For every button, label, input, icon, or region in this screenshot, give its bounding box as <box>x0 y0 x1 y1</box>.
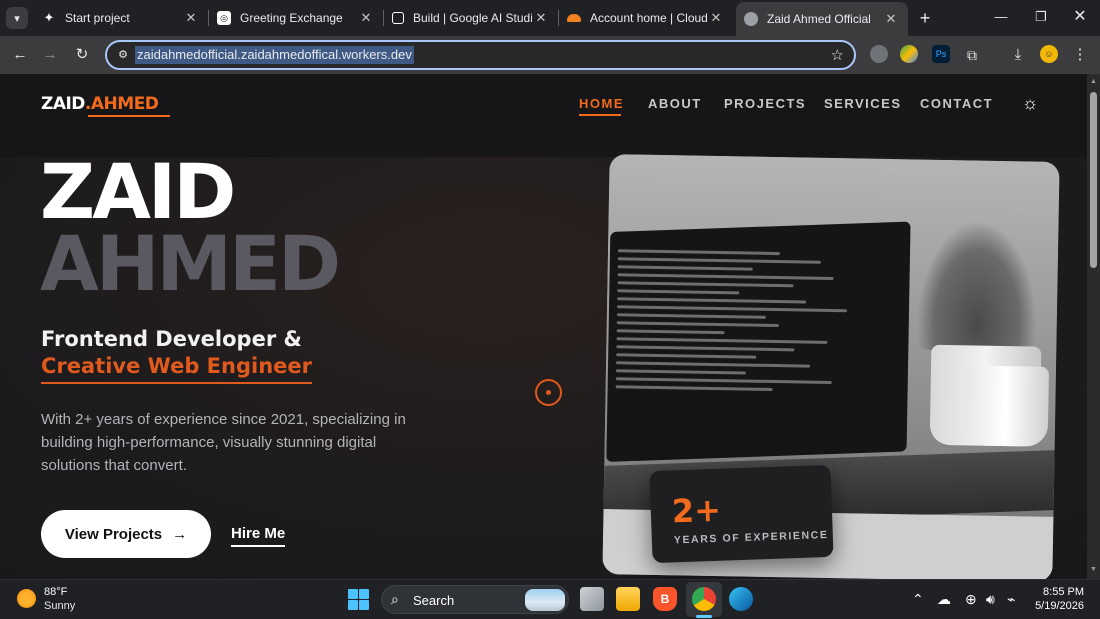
task-view-icon[interactable] <box>580 587 604 611</box>
chevron-up-icon[interactable]: ⌃ <box>912 591 924 608</box>
download-icon[interactable]: ⤓ <box>1007 44 1029 66</box>
chrome-icon[interactable] <box>692 587 716 611</box>
tab-title: Build | Google AI Studio <box>413 11 532 25</box>
tab-search-button[interactable]: ▾ <box>6 7 28 29</box>
tab-title: Zaid Ahmed Official <box>767 12 871 26</box>
close-icon[interactable]: ✕ <box>707 10 725 26</box>
tab-zaid-ahmed-official[interactable]: Zaid Ahmed Official ✕ <box>736 2 908 36</box>
custom-cursor-dot <box>546 390 551 395</box>
nav-home[interactable]: HOME <box>579 96 624 111</box>
back-icon[interactable]: ← <box>9 44 31 66</box>
logo-first: ZAID <box>41 94 85 114</box>
tab-title: Greeting Exchange <box>240 11 343 25</box>
language-globe-icon[interactable]: ⊕ <box>965 591 977 608</box>
brave-browser-icon[interactable]: B <box>653 587 677 611</box>
active-app-indicator <box>696 615 712 618</box>
close-icon[interactable]: ✕ <box>882 11 900 27</box>
start-project-icon: ✦ <box>43 10 55 25</box>
nav-contact[interactable]: CONTACT <box>920 96 993 111</box>
theme-toggle-sun-icon[interactable]: ☼ <box>1020 93 1040 113</box>
tab-title: Account home | Cloudfla <box>590 11 707 25</box>
globe-icon <box>744 12 758 26</box>
address-bar[interactable]: ⚙ zaidahmedofficial.zaidahmedoffical.wor… <box>105 40 856 70</box>
tab-ai-studio[interactable]: Build | Google AI Studio ✕ <box>384 4 558 32</box>
scrollbar-thumb[interactable] <box>1090 92 1097 268</box>
windows-taskbar: 88°F Sunny ⌕ Search B ⌃ ☁ ⊕ 🔊︎ ⌁ 8:55 PM… <box>0 579 1100 619</box>
photoshop-extension-icon[interactable]: Ps <box>932 45 950 63</box>
taskbar-date[interactable]: 5/19/2026 <box>1030 600 1084 612</box>
page-viewport: ZAID.AHMED HOME ABOUT PROJECTS SERVICES … <box>0 74 1087 579</box>
close-window-icon[interactable]: ✕ <box>1069 6 1091 28</box>
onedrive-cloud-icon[interactable]: ☁ <box>937 591 951 608</box>
hire-me-link[interactable]: Hire Me <box>231 525 286 547</box>
minimize-icon[interactable]: — <box>990 6 1012 28</box>
url-text[interactable]: zaidahmedofficial.zaidahmedoffical.worke… <box>135 46 414 64</box>
experience-label: YEARS OF EXPERIENCE <box>673 528 829 547</box>
reload-icon[interactable]: ↻ <box>71 44 93 66</box>
browser-toolbar: ← → ↻ ⚙ zaidahmedofficial.zaidahmedoffic… <box>0 36 1100 74</box>
nav-about[interactable]: ABOUT <box>648 96 702 111</box>
weather-condition[interactable]: Sunny <box>44 600 75 612</box>
nav-active-underline <box>579 114 621 116</box>
tab-greeting-exchange[interactable]: ◎ Greeting Exchange ✕ <box>209 4 383 32</box>
scroll-up-icon[interactable]: ▲ <box>1090 78 1097 85</box>
hero-description: With 2+ years of experience since 2021, … <box>41 411 406 474</box>
restore-icon[interactable]: ❐ <box>1030 6 1052 28</box>
menu-kebab-icon[interactable]: ⋮ <box>1069 44 1091 66</box>
search-highlight-image <box>525 589 565 611</box>
tab-start-project[interactable]: ✦ Start project ✕ <box>34 4 208 32</box>
close-icon[interactable]: ✕ <box>182 10 200 26</box>
tab-cloudflare[interactable]: Account home | Cloudfla ✕ <box>559 4 733 32</box>
battery-icon[interactable]: ⌁ <box>1007 591 1015 608</box>
site-navbar: ZAID.AHMED HOME ABOUT PROJECTS SERVICES … <box>0 74 1087 157</box>
experience-card: 2+ YEARS OF EXPERIENCE <box>649 464 834 564</box>
logo-last: AHMED <box>90 94 159 114</box>
new-tab-button[interactable]: + <box>914 7 936 29</box>
extensions-puzzle-icon[interactable]: ⧉ <box>961 44 983 66</box>
volume-icon[interactable]: 🔊︎ <box>986 591 995 608</box>
site-info-icon[interactable]: ⚙ <box>115 47 131 63</box>
sun-weather-icon[interactable] <box>17 589 36 608</box>
view-projects-label: View Projects <box>64 525 163 543</box>
globe-extension-icon[interactable] <box>870 45 888 63</box>
nav-services[interactable]: SERVICES <box>824 96 902 111</box>
profile-avatar-icon[interactable]: ☺ <box>1040 45 1058 63</box>
logo-underline <box>88 115 170 117</box>
chatgpt-icon: ◎ <box>217 11 231 25</box>
edge-icon[interactable] <box>729 587 753 611</box>
cloudflare-icon <box>567 14 581 22</box>
nav-projects[interactable]: PROJECTS <box>724 96 806 111</box>
experience-value: 2+ <box>671 490 722 531</box>
scroll-down-icon[interactable]: ▼ <box>1090 566 1097 573</box>
forward-icon[interactable]: → <box>39 44 61 66</box>
windows-start-icon[interactable] <box>348 589 369 610</box>
browser-tab-strip: ▾ ✦ Start project ✕ ◎ Greeting Exchange … <box>0 0 1100 36</box>
search-label: Search <box>413 593 455 608</box>
search-icon: ⌕ <box>391 591 399 607</box>
close-icon[interactable]: ✕ <box>532 10 550 26</box>
tab-title: Start project <box>65 11 130 25</box>
ai-studio-icon <box>392 12 404 24</box>
close-icon[interactable]: ✕ <box>357 10 375 26</box>
arrow-right-icon: → <box>172 525 188 543</box>
taskbar-time[interactable]: 8:55 PM <box>1030 586 1084 598</box>
hero-name-last: AHMED <box>40 219 341 308</box>
hero-role-line1: Frontend Developer & <box>41 327 302 351</box>
view-projects-button[interactable]: View Projects → <box>41 510 211 558</box>
site-logo[interactable]: ZAID.AHMED <box>41 94 159 114</box>
bookmark-star-icon[interactable]: ☆ <box>831 46 844 64</box>
drive-extension-icon[interactable] <box>900 45 918 63</box>
hero-role-line2: Creative Web Engineer <box>41 354 312 384</box>
file-explorer-icon[interactable] <box>616 587 640 611</box>
taskbar-search[interactable]: ⌕ Search <box>381 585 569 614</box>
weather-temperature[interactable]: 88°F <box>44 586 67 598</box>
